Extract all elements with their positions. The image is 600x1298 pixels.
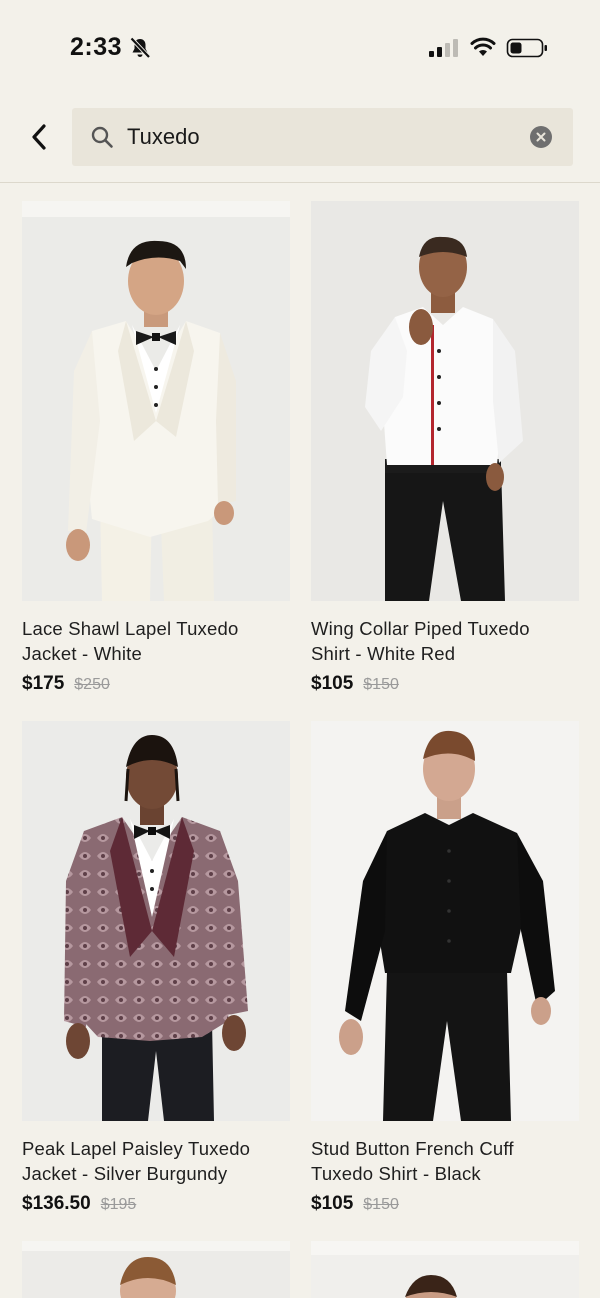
product-image[interactable] (311, 1241, 579, 1298)
clear-search-button[interactable] (530, 126, 552, 148)
search-header (0, 96, 600, 183)
status-bar: 2:33 (0, 0, 600, 96)
price-row: $136.50 $195 (22, 1193, 290, 1215)
product-card[interactable] (311, 1241, 579, 1298)
sale-price: $105 (311, 673, 354, 694)
product-name-line: Wing Collar Piped Tuxedo (311, 618, 530, 639)
original-price: $150 (363, 1196, 399, 1213)
product-card[interactable]: Stud Button French Cuff Tuxedo Shirt - B… (311, 721, 579, 1221)
price-row: $105 $150 (311, 673, 579, 695)
product-name-line: Jacket - Silver Burgundy (22, 1163, 228, 1184)
product-card[interactable]: Wing Collar Piped Tuxedo Shirt - White R… (311, 201, 579, 701)
search-field[interactable] (72, 108, 573, 166)
original-price: $195 (100, 1196, 137, 1213)
cellular-signal-icon (429, 39, 458, 57)
bell-muted-icon (130, 37, 151, 59)
product-name-line: Jacket - White (22, 643, 142, 664)
sale-price: $105 (311, 1193, 354, 1214)
product-name-line: Tuxedo Shirt - Black (311, 1163, 481, 1184)
price-row: $105 $150 (311, 1193, 579, 1215)
sale-price: $175 (22, 673, 65, 694)
product-image[interactable] (22, 721, 290, 1121)
product-image[interactable] (311, 201, 579, 601)
product-image[interactable] (22, 201, 290, 601)
product-card[interactable]: Peak Lapel Paisley Tuxedo Jacket - Silve… (22, 721, 290, 1221)
status-time: 2:33 (70, 33, 123, 61)
product-name-line: Shirt - White Red (311, 643, 456, 664)
product-image[interactable] (311, 721, 579, 1121)
original-price: $150 (363, 676, 399, 693)
product-name[interactable]: Stud Button French Cuff Tuxedo Shirt - B… (311, 1136, 579, 1186)
product-name-line: Lace Shawl Lapel Tuxedo (22, 618, 239, 639)
product-grid: Lace Shawl Lapel Tuxedo Jacket - White $… (0, 184, 600, 1298)
close-icon (536, 132, 546, 142)
search-input[interactable] (127, 108, 527, 166)
sale-price: $136.50 (22, 1193, 91, 1214)
product-image[interactable] (22, 1241, 290, 1298)
product-name[interactable]: Wing Collar Piped Tuxedo Shirt - White R… (311, 616, 579, 666)
product-name-line: Peak Lapel Paisley Tuxedo (22, 1138, 251, 1159)
wifi-icon (470, 37, 496, 56)
back-button[interactable] (20, 118, 58, 156)
battery-icon (506, 38, 547, 58)
product-card[interactable] (22, 1241, 290, 1298)
original-price: $250 (74, 676, 110, 693)
product-name[interactable]: Peak Lapel Paisley Tuxedo Jacket - Silve… (22, 1136, 290, 1186)
product-name[interactable]: Lace Shawl Lapel Tuxedo Jacket - White (22, 616, 290, 666)
product-card[interactable]: Lace Shawl Lapel Tuxedo Jacket - White $… (22, 201, 290, 701)
price-row: $175 $250 (22, 673, 290, 695)
product-name-line: Stud Button French Cuff (311, 1138, 514, 1159)
chevron-left-icon (32, 124, 46, 150)
search-icon (91, 126, 113, 148)
